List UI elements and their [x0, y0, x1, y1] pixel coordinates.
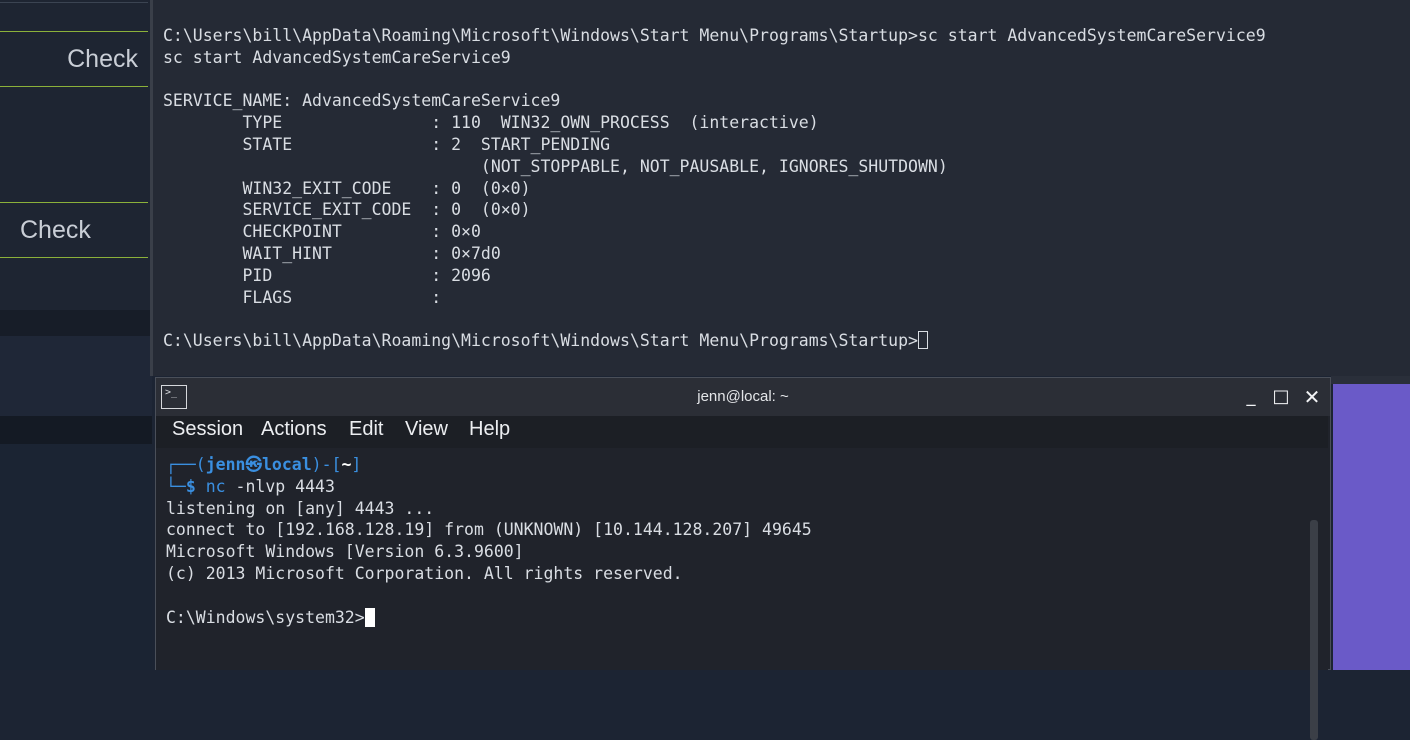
- background-strip: [1331, 376, 1410, 384]
- maximize-button[interactable]: □: [1270, 386, 1292, 408]
- command-args: -nlvp 4443: [225, 476, 335, 496]
- background-strip: [0, 444, 152, 670]
- menu-help[interactable]: Help: [469, 418, 510, 441]
- menu-session[interactable]: Session: [172, 418, 243, 441]
- terminal-line: WAIT_HINT : 0×7d0: [163, 243, 501, 263]
- background-strip: [0, 336, 152, 416]
- prompt-dir: ~: [341, 455, 352, 474]
- menu-actions[interactable]: Actions: [261, 418, 327, 441]
- output-line: Microsoft Windows [Version 6.3.9600]: [166, 542, 524, 562]
- prompt-dollar: $: [185, 476, 206, 496]
- prompt-corner: ┌──(: [166, 455, 206, 474]
- minimize-button[interactable]: _: [1240, 386, 1262, 408]
- terminal-line: CHECKPOINT : 0×0: [163, 222, 481, 242]
- remote-shell-terminal[interactable]: C:\Users\bill\AppData\Roaming\Microsoft\…: [150, 0, 1410, 376]
- terminal-line: SERVICE_EXIT_CODE : 0 (0×0): [163, 200, 531, 220]
- command-output: listening on [any] 4443 ... connect to […: [166, 499, 812, 583]
- divider: [0, 0, 148, 3]
- menu-edit[interactable]: Edit: [349, 418, 383, 441]
- terminal-cursor: [364, 607, 375, 627]
- check-button-1[interactable]: Check: [0, 31, 148, 87]
- terminal-line: PID : 2096: [163, 265, 491, 285]
- terminal-line: (NOT_STOPPABLE, NOT_PAUSABLE, IGNORES_SH…: [163, 156, 948, 176]
- command: nc: [205, 476, 226, 496]
- menu-bar: Session Actions Edit View Help: [156, 416, 1328, 448]
- terminal-line: FLAGS :: [163, 287, 442, 307]
- title-bar[interactable]: >_ jenn@local: ~ _ □ ✕: [156, 378, 1330, 416]
- prompt-user: jenn: [205, 455, 246, 474]
- terminal-output: C:\Users\bill\AppData\Roaming\Microsoft\…: [163, 25, 1266, 352]
- terminal-line: STATE : 2 START_PENDING: [163, 134, 611, 154]
- scrollbar[interactable]: [1310, 520, 1318, 740]
- menu-view[interactable]: View: [405, 418, 448, 441]
- window-title: jenn@local: ~: [697, 388, 789, 405]
- output-line: (c) 2013 Microsoft Corporation. All righ…: [166, 563, 683, 583]
- terminal-line: WIN32_EXIT_CODE : 0 (0×0): [163, 178, 531, 198]
- terminal-line: C:\Users\bill\AppData\Roaming\Microsoft\…: [163, 26, 1266, 45]
- konsole-window[interactable]: >_ jenn@local: ~ _ □ ✕ Session Actions E…: [155, 377, 1331, 740]
- desktop-background: [1333, 384, 1410, 670]
- close-button[interactable]: ✕: [1301, 386, 1323, 408]
- terminal-line: TYPE : 110 WIN32_OWN_PROCESS (interactiv…: [163, 113, 819, 133]
- terminal-line: SERVICE_NAME: AdvancedSystemCareService9: [163, 91, 561, 111]
- output-line: connect to [192.168.128.19] from (UNKNOW…: [166, 520, 812, 540]
- prompt-bracket-end: ]: [351, 455, 362, 474]
- background-strip: [0, 416, 152, 444]
- output-line: listening on [any] 4443 ...: [166, 498, 435, 518]
- prompt-bracket: )-[: [311, 455, 342, 474]
- prompt-corner: └─: [166, 476, 186, 496]
- terminal-cursor: [917, 331, 928, 350]
- check-button-2[interactable]: Check: [0, 202, 148, 258]
- prompt-at: ㉿: [245, 455, 263, 474]
- prompt-host: local: [262, 455, 312, 474]
- background-panel: Check Check: [0, 0, 152, 670]
- final-prompt: C:\Windows\system32>: [166, 607, 365, 627]
- terminal-prompt: C:\Users\bill\AppData\Roaming\Microsoft\…: [163, 331, 918, 351]
- background-strip: [0, 310, 152, 336]
- terminal-output: ┌──(jenn㉿local)-[~] └─$ nc -nlvp 4443 li…: [166, 454, 812, 628]
- terminal-body[interactable]: ┌──(jenn㉿local)-[~] └─$ nc -nlvp 4443 li…: [156, 448, 1328, 740]
- terminal-line: sc start AdvancedSystemCareService9: [163, 47, 511, 67]
